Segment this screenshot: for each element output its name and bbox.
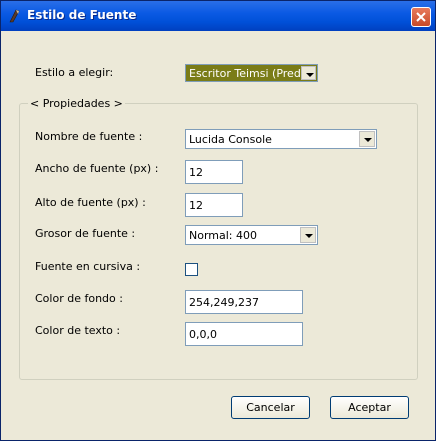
font-height-value: 12 <box>189 199 203 212</box>
italic-label: Fuente en cursiva : <box>35 260 141 273</box>
group-label: < Propiedades > <box>28 97 125 110</box>
font-name-label: Nombre de fuente : <box>35 130 143 143</box>
bg-color-input[interactable]: 254,249,237 <box>185 290 303 314</box>
accept-button[interactable]: Aceptar <box>330 396 409 419</box>
chevron-down-icon[interactable] <box>359 131 375 147</box>
close-icon <box>416 12 426 22</box>
dialog-window: Estilo de Fuente Estilo a elegir: Escrit… <box>0 0 436 441</box>
font-width-label: Ancho de fuente (px) : <box>35 162 159 175</box>
close-button[interactable] <box>411 7 431 27</box>
font-height-input[interactable]: 12 <box>185 193 243 217</box>
bg-color-label: Color de fondo : <box>35 292 123 305</box>
chevron-down-icon[interactable] <box>300 227 316 243</box>
font-weight-label: Grosor de fuente : <box>35 227 136 240</box>
cancel-button[interactable]: Cancelar <box>231 396 310 419</box>
chevron-down-icon[interactable] <box>301 66 316 80</box>
font-weight-value: Normal: 400 <box>189 229 257 242</box>
quill-pen-icon <box>9 9 20 23</box>
font-weight-select[interactable]: Normal: 400 <box>185 225 318 245</box>
style-select[interactable]: Escritor Teimsi (Predet.) <box>185 64 318 82</box>
text-color-value: 0,0,0 <box>189 328 217 341</box>
title-bar[interactable]: Estilo de Fuente <box>1 1 435 31</box>
window-title: Estilo de Fuente <box>27 8 137 22</box>
italic-checkbox[interactable] <box>185 263 198 276</box>
font-name-select[interactable]: Lucida Console <box>185 129 377 149</box>
style-label: Estilo a elegir: <box>35 66 114 79</box>
text-color-input[interactable]: 0,0,0 <box>185 322 303 346</box>
font-height-label: Alto de fuente (px) : <box>35 196 146 209</box>
style-select-value: Escritor Teimsi (Predet.) <box>189 67 301 80</box>
font-width-value: 12 <box>189 166 203 179</box>
font-width-input[interactable]: 12 <box>185 160 243 184</box>
dialog-body: Estilo a elegir: Escritor Teimsi (Predet… <box>4 31 432 437</box>
font-name-value: Lucida Console <box>189 133 272 146</box>
text-color-label: Color de texto : <box>35 324 121 337</box>
bg-color-value: 254,249,237 <box>189 296 259 309</box>
